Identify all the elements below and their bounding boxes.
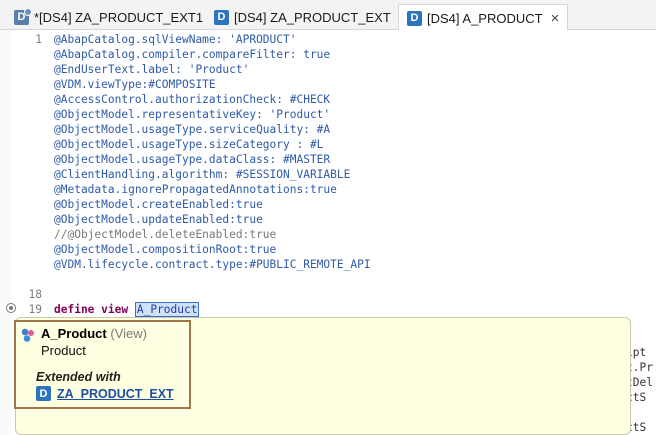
code-line[interactable]: //@ObjectModel.deleteEnabled:true (0, 227, 656, 242)
code-text: @AbapCatalog.compiler.compareFilter: tru… (54, 48, 331, 61)
code-line[interactable]: 18 (0, 287, 656, 302)
code-text: @ObjectModel.compositionRoot:true (54, 243, 277, 256)
tab-label: *[DS4] ZA_PRODUCT_EXT1 (34, 9, 204, 25)
code-line[interactable]: @VDM.viewType:#COMPOSITE (0, 77, 656, 92)
code-line[interactable]: @ObjectModel.usageType.serviceQuality: #… (0, 122, 656, 137)
editor-tab-bar: D *[DS4] ZA_PRODUCT_EXT1 D [DS4] ZA_PROD… (0, 0, 656, 32)
code-text: @ObjectModel.usageType.dataClass: #MASTE… (54, 153, 331, 166)
tab-label: [DS4] A_PRODUCT (427, 10, 543, 26)
code-line[interactable]: @AccessControl.authorizationCheck: #CHEC… (0, 92, 656, 107)
code-line[interactable] (0, 272, 656, 287)
code-line[interactable]: @AbapCatalog.compiler.compareFilter: tru… (0, 47, 656, 62)
selected-identifier[interactable]: A_Product (134, 302, 200, 317)
code-text: @Metadata.ignorePropagatedAnnotations:tr… (54, 183, 337, 196)
code-line[interactable]: @ObjectModel.usageType.sizeCategory : #L (0, 137, 656, 152)
ddl-icon: D (214, 9, 229, 25)
line-number: 1 (35, 33, 42, 46)
code-text: @ObjectModel.representativeKey: 'Product… (54, 108, 331, 121)
popup-title: A_Product (View) (41, 326, 147, 341)
tab-za-product-ext1[interactable]: D *[DS4] ZA_PRODUCT_EXT1 (6, 4, 211, 30)
code-text: @EndUserText.label: 'Product' (54, 63, 250, 76)
ddl-icon: D (407, 10, 422, 26)
code-line[interactable]: @ObjectModel.usageType.dataClass: #MASTE… (0, 152, 656, 167)
code-line[interactable]: @EndUserText.label: 'Product' (0, 62, 656, 77)
tab-label: [DS4] ZA_PRODUCT_EXT (234, 9, 391, 25)
extended-with-label: Extended with (36, 370, 121, 384)
code-text: @VDM.lifecycle.contract.type:#PUBLIC_REM… (54, 258, 371, 271)
code-text: //@ObjectModel.deleteEnabled:true (54, 228, 277, 241)
close-icon[interactable]: × (551, 10, 560, 27)
code-line[interactable]: @VDM.lifecycle.contract.type:#PUBLIC_REM… (0, 257, 656, 272)
code-line[interactable]: @ObjectModel.representativeKey: 'Product… (0, 107, 656, 122)
keyword: define view (54, 303, 129, 316)
tab-za-product-ext[interactable]: D [DS4] ZA_PRODUCT_EXT (206, 4, 399, 30)
code-line[interactable]: @Metadata.ignorePropagatedAnnotations:tr… (0, 182, 656, 197)
code-line[interactable]: @ObjectModel.createEnabled:true (0, 197, 656, 212)
code-text: @ObjectModel.createEnabled:true (54, 198, 263, 211)
code-line[interactable]: @ClientHandling.algorithm: #SESSION_VARI… (0, 167, 656, 182)
code-text: @ObjectModel.usageType.sizeCategory : #L (54, 138, 324, 151)
code-text: @AccessControl.authorizationCheck: #CHEC… (54, 93, 331, 106)
code-line[interactable]: 19 define view A_Product (0, 302, 656, 317)
code-text: define view A_Product (54, 302, 200, 317)
popup-subtitle: Product (41, 343, 86, 358)
line-number: 18 (28, 288, 42, 301)
line-number: 19 (28, 303, 42, 316)
ddl-extension-icon: D (14, 7, 32, 25)
extension-link[interactable]: D ZA_PRODUCT_EXT (36, 386, 174, 401)
code-text: @ObjectModel.updateEnabled:true (54, 213, 263, 226)
code-line[interactable]: @ObjectModel.updateEnabled:true (0, 212, 656, 227)
code-text: @AbapCatalog.sqlViewName: 'APRODUCT' (54, 33, 297, 46)
view-icon (21, 328, 34, 342)
quick-fix-icon[interactable] (6, 303, 16, 313)
code-line[interactable]: @ObjectModel.compositionRoot:true (0, 242, 656, 257)
code-text: @ClientHandling.algorithm: #SESSION_VARI… (54, 168, 351, 181)
tab-a-product[interactable]: D [DS4] A_PRODUCT × (398, 4, 569, 32)
code-line[interactable]: 1 @AbapCatalog.sqlViewName: 'APRODUCT' (0, 32, 656, 47)
code-text: @VDM.viewType:#COMPOSITE (54, 78, 216, 91)
code-text: @ObjectModel.usageType.serviceQuality: #… (54, 123, 331, 136)
ddl-icon: D (36, 386, 51, 401)
